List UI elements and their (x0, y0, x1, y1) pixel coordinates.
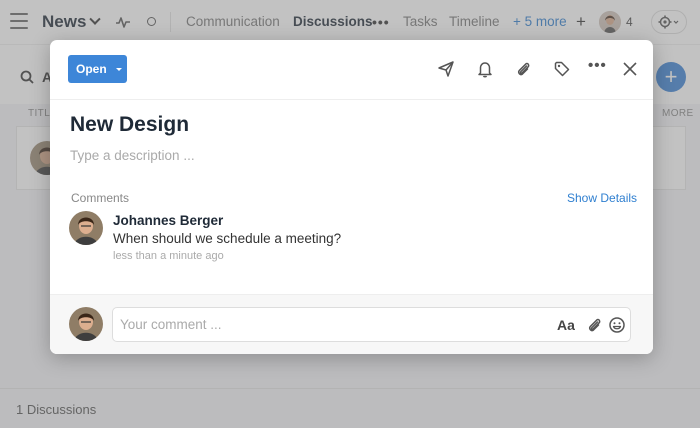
comment-timestamp: less than a minute ago (113, 250, 224, 262)
status-label: Open (76, 62, 107, 76)
status-dropdown-button[interactable]: Open (68, 55, 127, 83)
modal-header: Open ••• (50, 40, 653, 100)
avatar (69, 307, 103, 341)
discussion-title[interactable]: New Design (70, 113, 189, 137)
comment-author: Johannes Berger (113, 213, 224, 228)
bell-icon[interactable] (475, 59, 495, 79)
comment-composer: Aa (50, 294, 653, 354)
description-field[interactable]: Type a description ... (70, 148, 195, 163)
text-format-button[interactable]: Aa (557, 317, 575, 333)
discussion-modal: Open ••• New Design Type a description .… (50, 40, 653, 354)
show-details-link[interactable]: Show Details (567, 191, 637, 205)
comment-input[interactable] (120, 308, 540, 341)
tag-icon[interactable] (552, 59, 572, 79)
paperclip-icon[interactable] (585, 316, 603, 334)
caret-down-icon (115, 67, 122, 71)
avatar[interactable] (69, 211, 103, 245)
emoji-icon[interactable] (608, 316, 626, 334)
more-options-icon[interactable]: ••• (588, 57, 607, 74)
comments-heading: Comments (71, 191, 130, 205)
paperclip-icon[interactable] (513, 59, 533, 79)
send-icon[interactable] (436, 59, 456, 79)
comment-box: Aa (112, 307, 631, 342)
close-icon[interactable] (621, 60, 639, 78)
comment-text: When should we schedule a meeting? (113, 231, 342, 246)
